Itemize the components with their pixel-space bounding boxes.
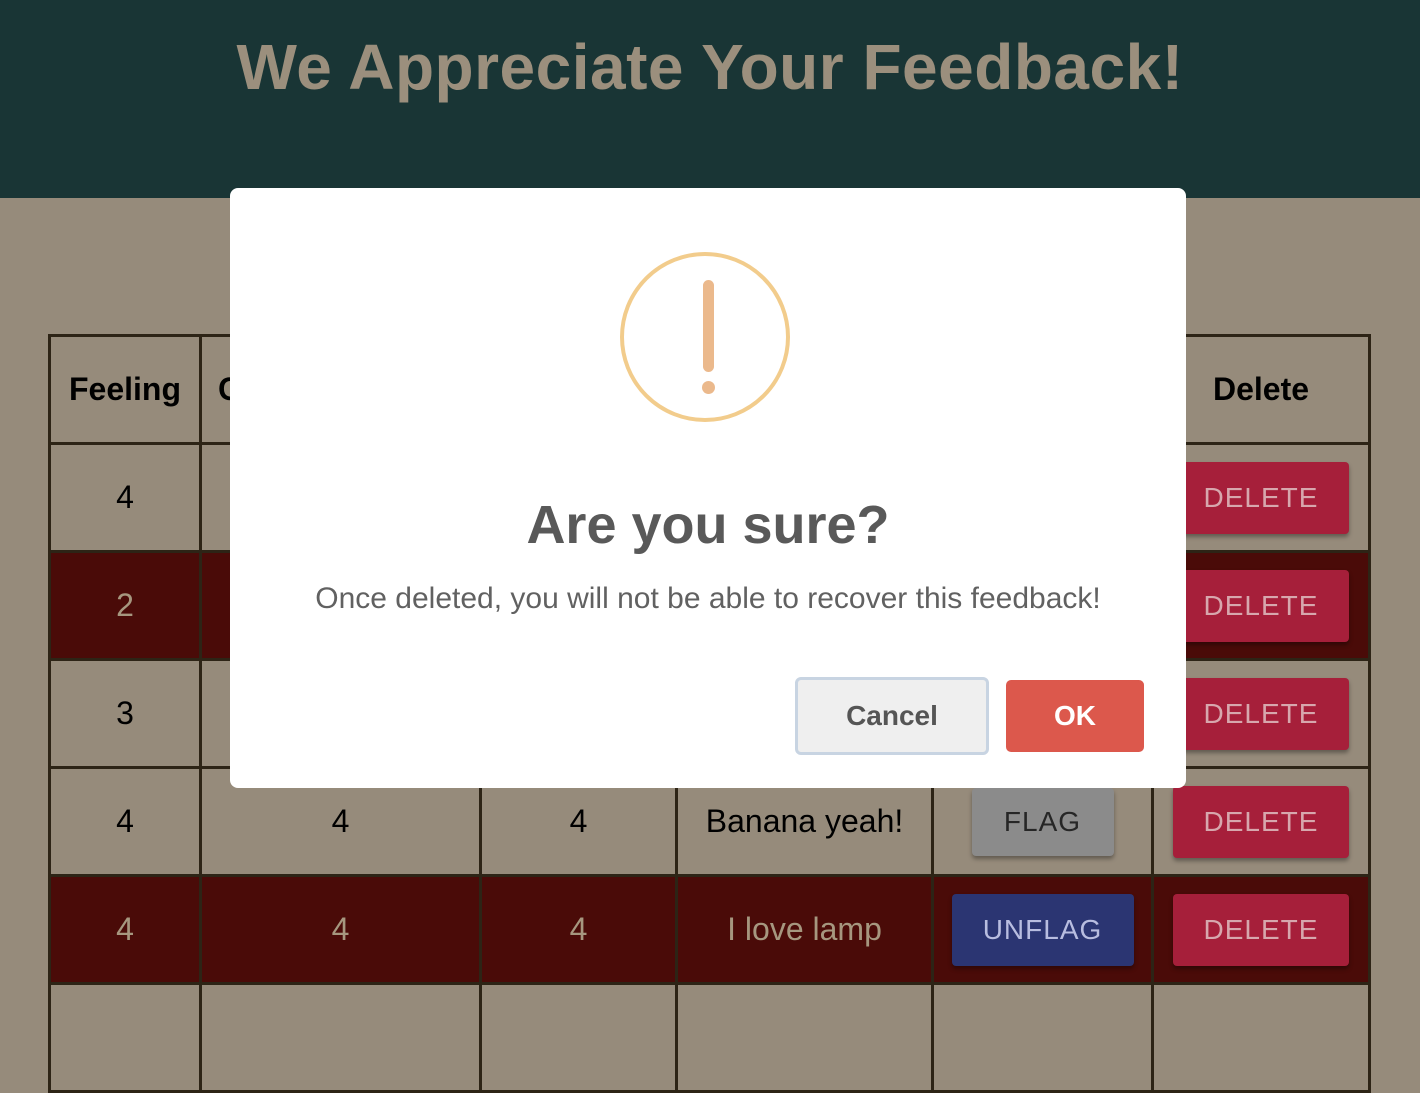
cancel-button[interactable]: Cancel [795,677,989,755]
dialog-message: Once deleted, you will not be able to re… [315,582,1101,615]
exclamation-dot [702,381,715,394]
ok-button[interactable]: OK [1006,680,1144,752]
dialog-title: Are you sure? [526,495,890,555]
table-row [48,982,1371,1093]
exclamation-bar [703,280,714,372]
